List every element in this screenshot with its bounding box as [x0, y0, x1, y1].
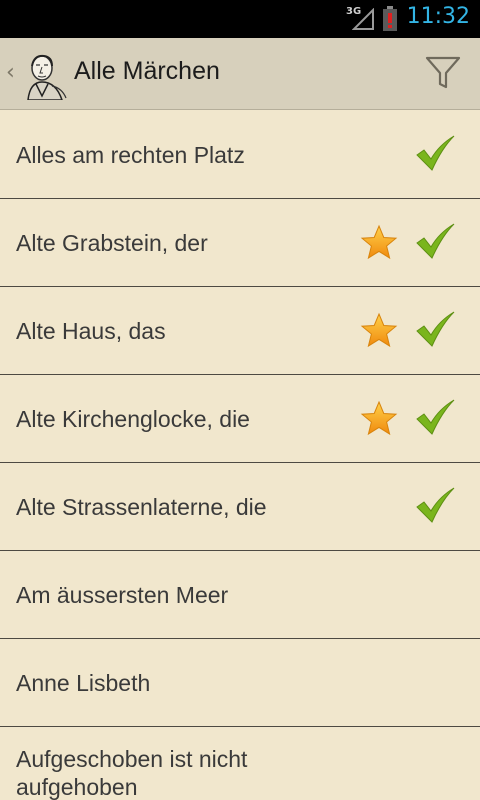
signal-icon: [352, 8, 374, 30]
list-item-title: Alte Haus, das: [16, 317, 166, 344]
list-item-title: Aufgeschoben ist nicht aufgehoben: [16, 746, 248, 800]
battery-low-icon: [383, 6, 397, 31]
checkmark-icon: [416, 135, 455, 171]
list-item-title: Anne Lisbeth: [16, 669, 151, 696]
chevron-left-icon: ‹: [6, 60, 15, 85]
list-item-title: Am äussersten Meer: [16, 581, 229, 608]
list-item-title: Alte Kirchenglocke, die: [16, 405, 250, 432]
status-bar: 3G 11:32: [0, 0, 480, 38]
checkmark-icon: [416, 311, 455, 347]
clock: 11:32: [406, 4, 470, 29]
action-bar: ‹ Alle Märchen: [0, 38, 480, 110]
list-item-title: Alte Strassenlaterne, die: [16, 493, 267, 520]
home-up-button[interactable]: ‹: [0, 38, 72, 110]
checkmark-icon: [416, 487, 455, 523]
story-list: Alles am rechten Platz Alte Grabstein, d…: [0, 111, 480, 800]
filter-icon: [425, 56, 461, 89]
list-item[interactable]: Alles am rechten Platz: [0, 111, 480, 199]
star-icon: [360, 224, 398, 260]
star-icon: [360, 312, 398, 348]
list-item[interactable]: Alte Grabstein, der: [0, 199, 480, 287]
list-item-title: Alles am rechten Platz: [16, 141, 245, 168]
list-item[interactable]: Alte Kirchenglocke, die: [0, 375, 480, 463]
star-icon: [360, 400, 398, 436]
list-item[interactable]: Alte Haus, das: [0, 287, 480, 375]
andersen-portrait-icon: [27, 54, 67, 100]
checkmark-icon: [416, 223, 455, 259]
list-item[interactable]: Am äussersten Meer: [0, 551, 480, 639]
list-item[interactable]: Alte Strassenlaterne, die: [0, 463, 480, 551]
checkmark-icon: [416, 399, 455, 435]
list-item[interactable]: Anne Lisbeth: [0, 639, 480, 727]
list-item-title: Alte Grabstein, der: [16, 229, 208, 256]
list-item[interactable]: Aufgeschoben ist nicht aufgehoben: [0, 727, 480, 800]
filter-button[interactable]: [424, 54, 462, 92]
page-title: Alle Märchen: [74, 57, 220, 85]
